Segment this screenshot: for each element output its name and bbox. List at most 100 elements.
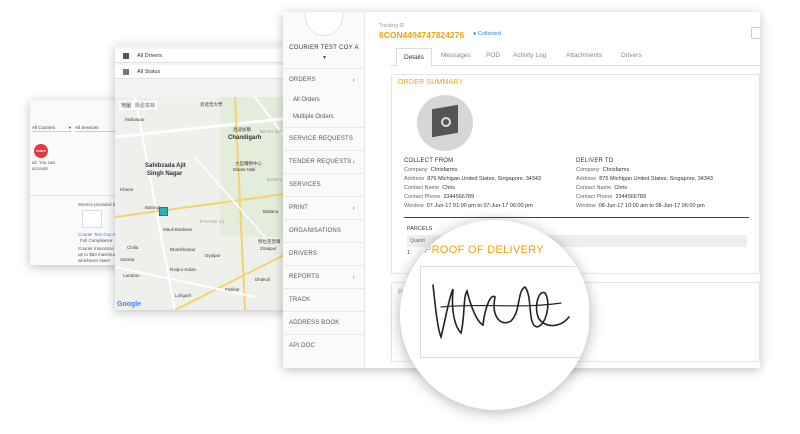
map-label: Elante Mall xyxy=(233,167,256,172)
insurance-text-3: whichever lower xyxy=(78,258,111,263)
nav-orders[interactable]: ORDERS ‹ xyxy=(283,68,365,91)
chevron-left-icon: ‹ xyxy=(352,77,355,84)
status-badge: ● Collected xyxy=(473,31,501,37)
courier-filter-value: All Couriers xyxy=(32,125,56,130)
sidebar: COURIER TEST COY A ▼ ORDERS ‹ All Orders… xyxy=(283,12,365,368)
field-value: Chrisfarms xyxy=(430,167,458,173)
note-text: ail. You can xyxy=(32,160,56,165)
avatar[interactable] xyxy=(305,12,343,36)
map-label: Baltana xyxy=(263,209,279,214)
map-label: Dyalpur xyxy=(205,253,221,258)
collect-address: Address 876 Michigan United States, Sing… xyxy=(404,176,541,182)
column-header: Quanti xyxy=(410,238,425,244)
field-value: Chrisfarms xyxy=(602,167,630,173)
field-label: Company xyxy=(404,167,428,173)
collect-phone: Contact Phone 2344566789 xyxy=(404,194,474,200)
chevron-down-icon: ▾ xyxy=(68,125,71,130)
nav-organisations[interactable]: ORGANISATIONS xyxy=(283,219,365,242)
options-button[interactable] xyxy=(751,27,760,39)
chevron-left-icon: ‹ xyxy=(352,205,355,212)
truck-icon xyxy=(123,53,129,59)
field-label: Address xyxy=(404,176,425,182)
nav-drivers[interactable]: DRIVERS xyxy=(283,242,365,265)
pod-magnifier: ks) PROOF OF DELIVERY xyxy=(400,220,590,410)
table-row: 1 ks) xyxy=(407,250,564,256)
field-label: Window xyxy=(404,203,424,209)
note-text-2: account. xyxy=(32,166,50,171)
field-value: 876 Michigan United States, Singapore, 3… xyxy=(599,176,713,182)
courier-filter-select[interactable]: All Couriers ▾ xyxy=(32,124,72,132)
nav-tender-requests[interactable]: TENDER REQUESTS ‹ xyxy=(283,150,365,173)
map-tab[interactable]: 地圖 xyxy=(119,101,134,110)
nav-label: PRINT xyxy=(289,205,308,211)
nav-label: API DOC xyxy=(289,343,316,349)
nav-label: ORDERS xyxy=(289,77,316,83)
field-value: Chris xyxy=(614,185,628,191)
field-label: Company xyxy=(576,167,600,173)
table-cell: 1 xyxy=(407,250,410,256)
map-label: Chandigarh xyxy=(228,135,262,141)
chevron-down-icon[interactable]: ▼ xyxy=(322,55,327,61)
courier-link[interactable]: Courier Test Coy A xyxy=(78,232,115,237)
driver-filter-value: All Drivers xyxy=(137,53,163,59)
signature-image xyxy=(432,284,570,340)
tab-attachments[interactable]: Attachments xyxy=(566,52,602,59)
map-label: PHASE 11 xyxy=(200,219,226,224)
nav-services[interactable]: SERVICES xyxy=(283,173,365,196)
map-view[interactable]: 地圖 衛星檢視 旁遮普大學 昌迪加爾 Chandigarh 大型購物中心 Ela… xyxy=(115,97,300,310)
map-label: Zirakpur xyxy=(260,246,277,251)
tab-drivers[interactable]: Drivers xyxy=(621,52,642,59)
signature-box xyxy=(420,266,590,358)
map-label: 昌迪加爾 xyxy=(233,127,251,132)
deliver-address: Address 876 Michigan United States, Sing… xyxy=(576,176,713,182)
tracking-id: 6CON4494747824276 xyxy=(379,30,465,40)
parcel-logo-icon xyxy=(441,117,451,127)
field-value: 07-Jun-17 01:00 pm to 07-Jun-17 06:00 pm xyxy=(426,203,533,209)
field-value: 2344566789 xyxy=(615,194,647,200)
field-label: Contact Phone xyxy=(576,194,613,200)
collect-from-heading: COLLECT FROM xyxy=(404,158,454,164)
deliver-contact: Contact Name Chris xyxy=(576,185,627,191)
map-label: Balongi xyxy=(145,205,161,210)
tab-messages[interactable]: Messages xyxy=(441,52,471,59)
field-label: Contact Name xyxy=(576,185,612,191)
nav-print[interactable]: PRINT ‹ xyxy=(283,196,365,219)
nav-api-doc[interactable]: API DOC xyxy=(283,334,365,357)
deliver-phone: Contact Phone 2344566789 xyxy=(576,194,646,200)
map-label: Lohgarh xyxy=(175,293,192,298)
proof-of-delivery-title: PROOF OF DELIVERY xyxy=(424,244,544,256)
driver-filter-select[interactable]: All Drivers xyxy=(115,49,300,63)
status-filter-select[interactable]: All Status xyxy=(115,65,300,79)
nav-address-book[interactable]: ADDRESS BOOK xyxy=(283,311,365,334)
field-value: 08-Jun-17 10:00 am to 08-Jun-17 06:00 pm xyxy=(598,203,705,209)
status-filter-value: All Status xyxy=(137,69,161,75)
nav-multiple-orders[interactable]: Multiple Orders xyxy=(293,114,334,120)
field-value: 876 Michigan United States, Singapore, 3… xyxy=(427,176,541,182)
map-label: Pabhat xyxy=(225,287,240,292)
driver-location-pin[interactable] xyxy=(159,207,168,216)
map-label: Dhakoli xyxy=(255,277,271,282)
nav-all-orders[interactable]: All Orders xyxy=(293,97,320,103)
tab-pod[interactable]: POD xyxy=(486,52,500,59)
tab-details[interactable]: Details xyxy=(396,48,432,67)
map-label: Raipur Kalan xyxy=(170,267,197,272)
satellite-tab[interactable]: 衛星檢視 xyxy=(133,101,158,110)
courier-logo-placeholder xyxy=(82,210,102,228)
divider xyxy=(404,217,749,218)
field-value: Chris xyxy=(442,185,456,191)
deliver-company: Company Chrisfarms xyxy=(576,167,629,173)
nav-track[interactable]: TRACK xyxy=(283,288,365,311)
map-label: 旁遮普大學 xyxy=(200,102,223,107)
deliver-window: Window 08-Jun-17 10:00 am to 08-Jun-17 0… xyxy=(576,203,705,209)
insurance-text-2: up to $50 maximum xyxy=(78,252,118,257)
map-label: DARIA xyxy=(267,177,284,182)
map-label: Mauli Baidwan xyxy=(163,227,193,232)
map-label: Chilla xyxy=(127,245,139,250)
nav-reports[interactable]: REPORTS ‹ xyxy=(283,265,365,288)
service-filter-select[interactable]: All Services xyxy=(75,124,115,132)
nav-label: ORGANISATIONS xyxy=(289,228,342,234)
nav-service-requests[interactable]: SERVICE REQUESTS xyxy=(283,127,365,150)
nav-label: SERVICES xyxy=(289,182,321,188)
tab-activity-log[interactable]: Activity Log xyxy=(513,52,546,59)
account-name[interactable]: COURIER TEST COY A xyxy=(283,45,365,51)
